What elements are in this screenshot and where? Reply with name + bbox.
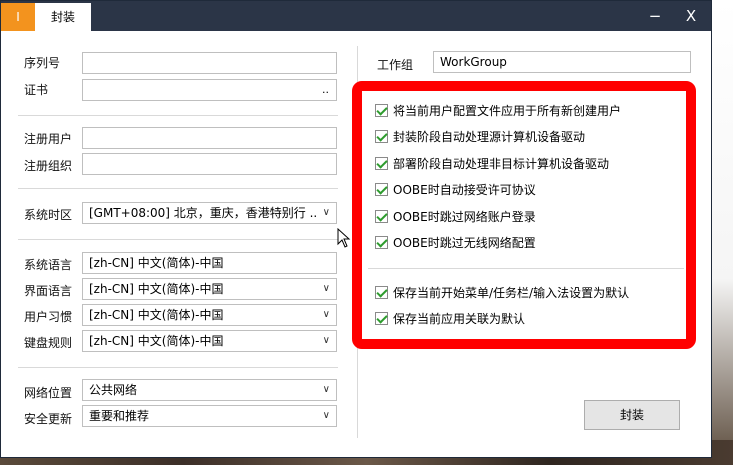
cursor-icon (337, 228, 351, 248)
checkbox[interactable] (375, 157, 388, 170)
tab-orange[interactable]: I (1, 3, 35, 31)
cert-label: 证书 (24, 83, 49, 97)
option-label: 封装阶段自动处理源计算机设备驱动 (393, 130, 586, 144)
checkbox[interactable] (375, 104, 388, 117)
reg-user-label: 注册用户 (24, 132, 73, 146)
serial-input[interactable] (82, 52, 337, 74)
chevron-down-icon: ∨ (322, 207, 330, 218)
minimize-button[interactable]: − (637, 1, 673, 31)
reg-org-input[interactable] (82, 153, 337, 175)
option-label: OOBE时自动接受许可协议 (393, 183, 536, 197)
chevron-down-icon: ∨ (322, 384, 330, 395)
option-label: OOBE时跳过网络账户登录 (393, 210, 536, 224)
ui-lang-value: [zh-CN] 中文(简体)-中国 (89, 282, 224, 296)
checkbox[interactable] (375, 130, 388, 143)
tab-seal[interactable]: 封装 (35, 3, 91, 31)
option-label: 部署阶段自动处理非目标计算机设备驱动 (393, 157, 610, 171)
close-button[interactable]: X (673, 1, 709, 31)
option-label: 将当前用户配置文件应用于所有新创建用户 (393, 104, 622, 118)
update-label: 安全更新 (24, 412, 73, 426)
reg-org-label: 注册组织 (24, 159, 73, 173)
chevron-down-icon: ∨ (322, 283, 330, 294)
network-select[interactable]: 公共网络 ∨ (82, 379, 337, 401)
user-locale-select[interactable]: [zh-CN] 中文(简体)-中国 ∨ (82, 304, 337, 326)
keyboard-value: [zh-CN] 中文(简体)-中国 (89, 334, 224, 348)
network-label: 网络位置 (24, 386, 73, 400)
divider (18, 188, 338, 189)
update-select[interactable]: 重要和推荐 ∨ (82, 405, 337, 427)
divider (18, 239, 338, 240)
checkbox[interactable] (375, 286, 388, 299)
desktop-background-right (712, 0, 733, 465)
chevron-down-icon: ∨ (322, 410, 330, 421)
checkbox[interactable] (375, 210, 388, 223)
keyboard-select[interactable]: [zh-CN] 中文(简体)-中国 ∨ (82, 330, 337, 352)
chevron-down-icon: ∨ (322, 309, 330, 320)
update-value: 重要和推荐 (89, 409, 150, 423)
keyboard-label: 键盘规则 (24, 336, 73, 350)
seal-button[interactable]: 封装 (584, 400, 680, 430)
divider (18, 367, 338, 368)
workgroup-label: 工作组 (377, 58, 414, 72)
user-locale-label: 用户习惯 (24, 310, 73, 324)
checkbox[interactable] (375, 236, 388, 249)
user-locale-value: [zh-CN] 中文(简体)-中国 (89, 308, 224, 322)
divider (368, 268, 684, 269)
cert-browse-button[interactable]: .. (322, 80, 329, 100)
timezone-select[interactable]: [GMT+08:00] 北京，重庆，香港特别行 .. ∨ (82, 202, 337, 224)
reg-user-input[interactable] (82, 127, 337, 149)
network-value: 公共网络 (89, 383, 138, 397)
sys-lang-field: [zh-CN] 中文(简体)-中国 (82, 252, 337, 274)
cert-input[interactable]: .. (82, 79, 337, 101)
chevron-down-icon: ∨ (322, 335, 330, 346)
seal-window: I 封装 − X 序列号 证书 .. 注册用户 注册组织 系统时区 [GMT+0… (0, 0, 712, 458)
ui-lang-select[interactable]: [zh-CN] 中文(简体)-中国 ∨ (82, 278, 337, 300)
serial-label: 序列号 (24, 56, 61, 70)
option-label: 保存当前应用关联为默认 (393, 312, 526, 326)
workgroup-input[interactable]: WorkGroup (433, 51, 691, 73)
checkbox[interactable] (375, 312, 388, 325)
checkbox[interactable] (375, 183, 388, 196)
timezone-value: [GMT+08:00] 北京，重庆，香港特别行 .. (89, 206, 318, 220)
ui-lang-label: 界面语言 (24, 284, 73, 298)
option-label: 保存当前开始菜单/任务栏/输入法设置为默认 (393, 286, 630, 300)
sys-lang-label: 系统语言 (24, 258, 73, 272)
title-bar: I 封装 − X (1, 1, 711, 31)
divider (18, 115, 338, 116)
option-label: OOBE时跳过无线网络配置 (393, 236, 536, 250)
timezone-label: 系统时区 (24, 208, 73, 222)
